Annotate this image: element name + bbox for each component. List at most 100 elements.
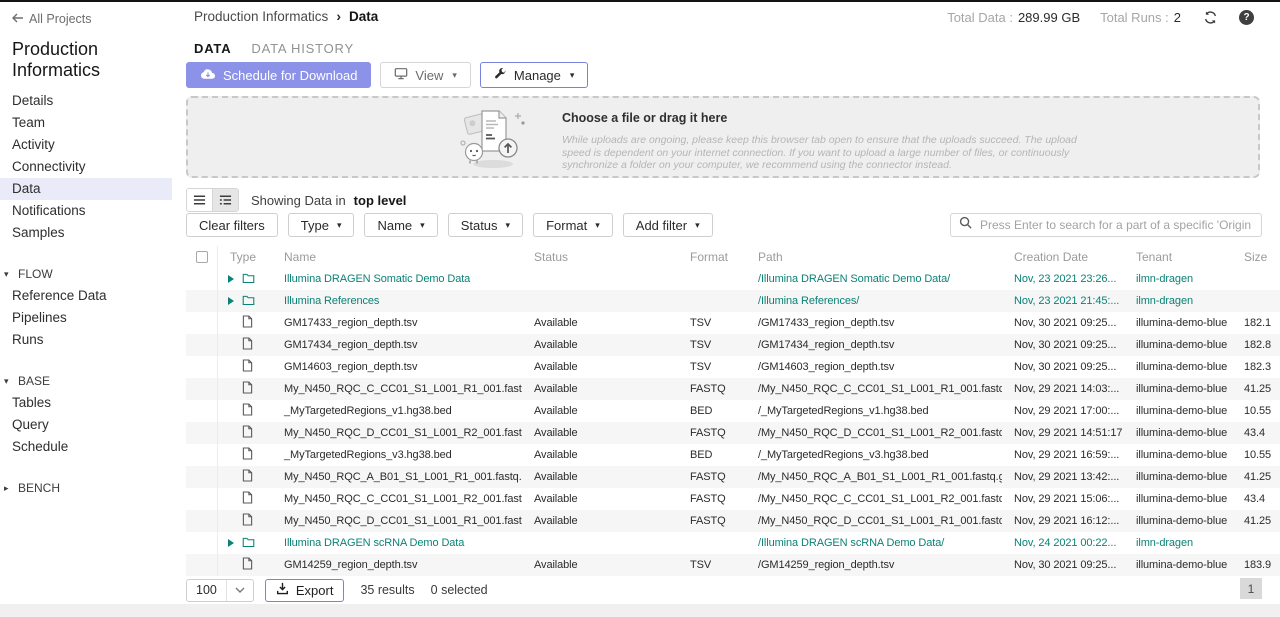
export-button-label: Export (296, 583, 334, 598)
breadcrumb: Production Informatics › Data (194, 9, 378, 24)
table-row[interactable]: Illumina References/Illumina References/… (186, 290, 1280, 312)
schedule-button-label: Schedule for Download (223, 68, 357, 83)
sidebar-item-tables[interactable]: Tables (0, 392, 172, 414)
flat-list-icon[interactable] (187, 189, 212, 211)
table-row[interactable]: My_N450_RQC_D_CC01_S1_L001_R1_001.fastq.… (186, 510, 1280, 532)
row-checkbox-cell (186, 268, 218, 290)
table-row[interactable]: GM17434_region_depth.tsvAvailableTSV/GM1… (186, 334, 1280, 356)
row-creation-date: Nov, 23 2021 21:45:... (1002, 295, 1124, 307)
search-input[interactable] (978, 217, 1253, 233)
column-header-tenant[interactable]: Tenant (1124, 250, 1232, 264)
row-name: My_N450_RQC_C_CC01_S1_L001_R1_001.fastq.… (272, 383, 522, 395)
sidebar-item-samples[interactable]: Samples (0, 222, 172, 244)
sidebar-item-team[interactable]: Team (0, 112, 172, 134)
column-header-status[interactable]: Status (522, 250, 678, 264)
row-name[interactable]: Illumina DRAGEN Somatic Demo Data (272, 273, 522, 285)
total-data-label: Total Data : (947, 10, 1013, 25)
table-row[interactable]: GM17433_region_depth.tsvAvailableTSV/GM1… (186, 312, 1280, 334)
page-size-select[interactable]: 100 (186, 579, 254, 602)
row-tenant: illumina-demo-blue (1124, 383, 1232, 395)
row-status: Available (522, 449, 678, 461)
expand-caret-icon[interactable] (228, 297, 234, 305)
filter-type-button[interactable]: Type▾ (288, 213, 355, 237)
row-tenant: illumina-demo-blue (1124, 339, 1232, 351)
file-upload-dropzone[interactable]: Choose a file or drag it here While uplo… (186, 96, 1260, 178)
clear-filters-button[interactable]: Clear filters (186, 213, 278, 237)
schedule-for-download-button[interactable]: Schedule for Download (186, 62, 371, 88)
back-link-label: All Projects (29, 12, 92, 26)
file-icon (242, 557, 253, 573)
filter-format-button[interactable]: Format▾ (533, 213, 613, 237)
sidebar-section-header-bench[interactable]: ▸BENCH (0, 477, 186, 499)
table-row[interactable]: _MyTargetedRegions_v1.hg38.bedAvailableB… (186, 400, 1280, 422)
sidebar-item-schedule[interactable]: Schedule (0, 436, 172, 458)
table-row[interactable]: Illumina DRAGEN Somatic Demo Data/Illumi… (186, 268, 1280, 290)
back-to-all-projects-link[interactable]: All Projects (12, 12, 186, 26)
column-header-type[interactable]: Type (218, 250, 272, 264)
table-row[interactable]: GM14259_region_depth.tsvAvailableTSV/GM1… (186, 554, 1280, 576)
row-path: /Illumina DRAGEN Somatic Demo Data/ (746, 273, 1002, 285)
sidebar-item-reference-data[interactable]: Reference Data (0, 285, 172, 307)
column-header-name[interactable]: Name (272, 250, 522, 264)
folder-icon (242, 536, 255, 551)
sidebar-item-data[interactable]: Data (0, 178, 172, 200)
breadcrumb-project-link[interactable]: Production Informatics (194, 9, 328, 24)
cloud-download-icon (200, 68, 216, 83)
column-header-size[interactable]: Size (1232, 250, 1280, 264)
sidebar-item-notifications[interactable]: Notifications (0, 200, 172, 222)
row-status: Available (522, 493, 678, 505)
row-path: /GM17433_region_depth.tsv (746, 317, 1002, 329)
caret-down-icon: ▾ (570, 70, 575, 81)
tab-data-history[interactable]: DATA HISTORY (251, 38, 354, 59)
row-type-cell (218, 294, 272, 309)
back-arrow-icon (12, 12, 24, 26)
table-row[interactable]: GM14603_region_depth.tsvAvailableTSV/GM1… (186, 356, 1280, 378)
caret-down-icon: ▾ (695, 220, 700, 231)
table-row[interactable]: _MyTargetedRegions_v3.hg38.bedAvailableB… (186, 444, 1280, 466)
table-row[interactable]: My_N450_RQC_A_B01_S1_L001_R1_001.fastq.g… (186, 466, 1280, 488)
row-path: /My_N450_RQC_D_CC01_S1_L001_R1_001.fastq… (746, 515, 1002, 527)
table-row[interactable]: My_N450_RQC_D_CC01_S1_L001_R2_001.fastq.… (186, 422, 1280, 444)
row-creation-date: Nov, 30 2021 09:25... (1002, 339, 1124, 351)
filter-label: Type (301, 218, 329, 233)
select-all-checkbox[interactable] (196, 251, 208, 263)
manage-dropdown-button[interactable]: Manage ▾ (480, 62, 589, 88)
file-icon (242, 359, 253, 375)
filter-add-filter-button[interactable]: Add filter▾ (623, 213, 713, 237)
sidebar-item-connectivity[interactable]: Connectivity (0, 156, 172, 178)
sidebar-section-header-base[interactable]: ▾BASE (0, 370, 186, 392)
sidebar-item-runs[interactable]: Runs (0, 329, 172, 351)
tree-list-icon[interactable] (212, 189, 238, 211)
project-title: Production Informatics (12, 39, 174, 81)
column-header-format[interactable]: Format (678, 250, 746, 264)
refresh-icon[interactable] (1201, 8, 1219, 26)
manage-button-label: Manage (514, 68, 561, 83)
row-tenant: illumina-demo-blue (1124, 427, 1232, 439)
filter-name-button[interactable]: Name▾ (364, 213, 437, 237)
column-header-path[interactable]: Path (746, 250, 1002, 264)
export-button[interactable]: Export (265, 579, 345, 602)
view-dropdown-button[interactable]: View ▾ (380, 62, 470, 88)
table-row[interactable]: Illumina DRAGEN scRNA Demo Data/Illumina… (186, 532, 1280, 554)
row-name: My_N450_RQC_A_B01_S1_L001_R1_001.fastq.g… (272, 471, 522, 483)
tab-data[interactable]: DATA (194, 38, 231, 59)
column-header-creation-date[interactable]: Creation Date (1002, 250, 1124, 264)
sidebar-section-header-flow[interactable]: ▾FLOW (0, 263, 186, 285)
expand-caret-icon[interactable] (228, 539, 234, 547)
help-icon[interactable]: ? (1239, 10, 1254, 25)
row-name[interactable]: Illumina References (272, 295, 522, 307)
expand-caret-icon[interactable] (228, 275, 234, 283)
row-name[interactable]: Illumina DRAGEN scRNA Demo Data (272, 537, 522, 549)
showing-bar: Showing Data in top level (186, 188, 406, 212)
table-row[interactable]: My_N450_RQC_C_CC01_S1_L001_R2_001.fastq.… (186, 488, 1280, 510)
sidebar-item-details[interactable]: Details (0, 90, 172, 112)
sidebar-item-pipelines[interactable]: Pipelines (0, 307, 172, 329)
page-number-button[interactable]: 1 (1240, 578, 1262, 599)
filter-status-button[interactable]: Status▾ (448, 213, 523, 237)
upload-illustration (450, 105, 536, 176)
row-type-cell (218, 337, 272, 353)
table-row[interactable]: My_N450_RQC_C_CC01_S1_L001_R1_001.fastq.… (186, 378, 1280, 400)
sidebar-item-query[interactable]: Query (0, 414, 172, 436)
sidebar-item-activity[interactable]: Activity (0, 134, 172, 156)
data-page: All Projects Production Informatics Deta… (0, 0, 1280, 617)
